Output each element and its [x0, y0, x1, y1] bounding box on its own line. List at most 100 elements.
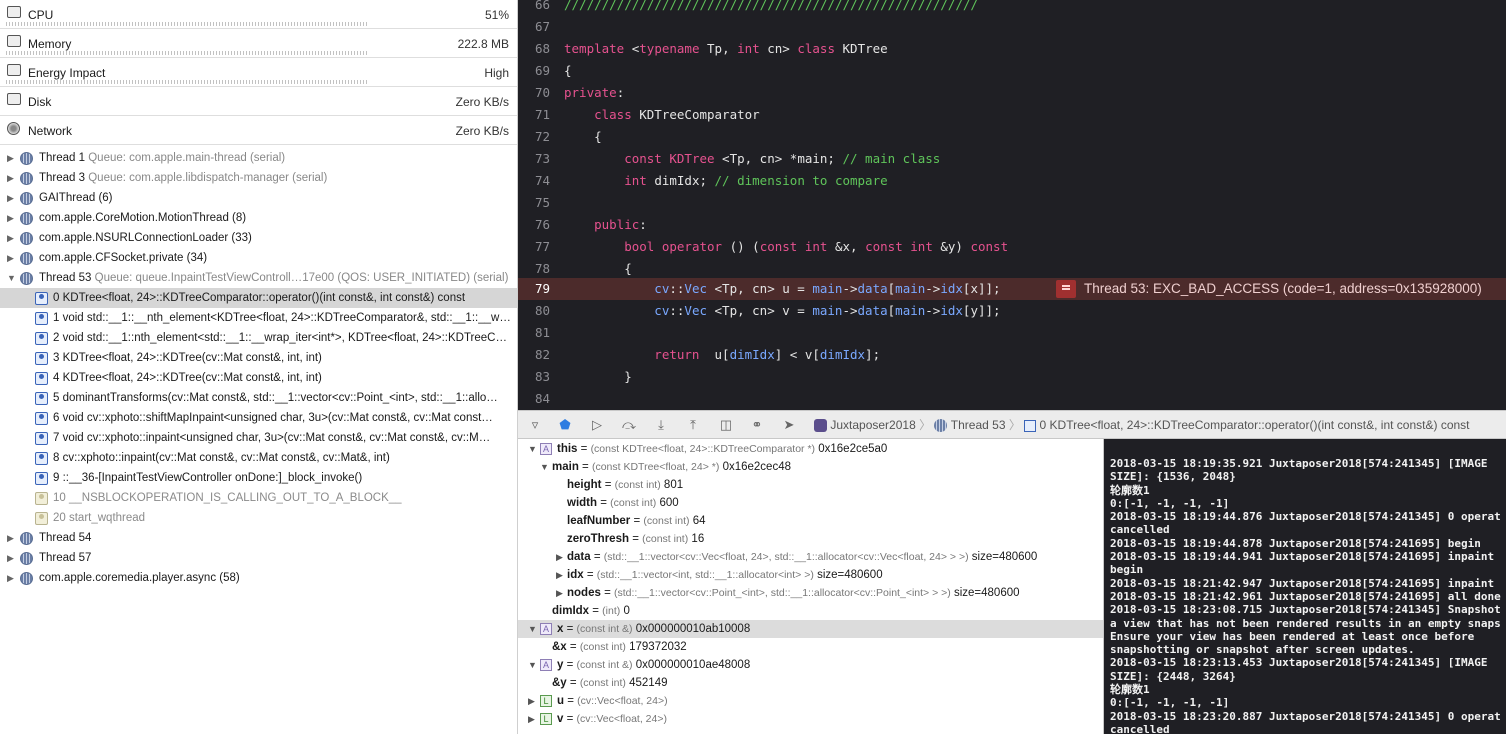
thread-row[interactable]: ▶ GAIThread (6)	[0, 188, 517, 208]
thread-row[interactable]: ▶ com.apple.CFSocket.private (34)	[0, 248, 517, 268]
thread-icon	[20, 572, 33, 585]
stack-frame[interactable]: 8 cv::xphoto::inpaint(cv::Mat const&, cv…	[0, 448, 517, 468]
error-annotation[interactable]: Thread 53: EXC_BAD_ACCESS (code=1, addre…	[1056, 278, 1482, 300]
thread-row[interactable]: ▶ Thread 54	[0, 528, 517, 548]
stack-frame[interactable]: 1 void std::__1::__nth_element<KDTree<fl…	[0, 308, 517, 328]
breadcrumb-app[interactable]: Juxtaposer2018	[830, 418, 915, 432]
code-comment: ////////////////////////////////////////…	[564, 0, 978, 12]
gauge-disk[interactable]: Disk Zero KB/s	[0, 87, 517, 116]
code-token: class	[564, 107, 632, 122]
user-frame-icon	[35, 352, 48, 365]
thread-row[interactable]: ▶ Thread 57	[0, 548, 517, 568]
thread-row[interactable]: ▶ com.apple.coremedia.player.async (58)	[0, 568, 517, 588]
variable-row[interactable]: dimIdx = (int) 0	[518, 602, 1103, 620]
disclosure-triangle-icon[interactable]: ▶	[7, 168, 14, 188]
variable-row[interactable]: width = (const int) 600	[518, 494, 1103, 512]
step-into-icon[interactable]: ⤓	[652, 417, 670, 433]
step-out-icon[interactable]: ⤒	[684, 417, 702, 433]
var-name: this	[557, 443, 578, 455]
gauge-sparkline	[6, 51, 367, 55]
stack-frame-system[interactable]: 10 __NSBLOCKOPERATION_IS_CALLING_OUT_TO_…	[0, 488, 517, 508]
variable-row[interactable]: ▶ data = (std::__1::vector<cv::Vec<float,…	[518, 548, 1103, 566]
disclosure-triangle-icon[interactable]: ▼	[540, 458, 549, 476]
stack-frame[interactable]: 9 ::__36-[InpaintTestViewController onDo…	[0, 468, 517, 488]
thread-row[interactable]: ▶ Thread 1 Queue: com.apple.main-thread …	[0, 148, 517, 168]
memory-graph-icon[interactable]: ⚭	[748, 417, 766, 433]
stack-frame[interactable]: 6 void cv::xphoto::shiftMapInpaint<unsig…	[0, 408, 517, 428]
variable-row[interactable]: &y = (const int) 452149	[518, 674, 1103, 692]
disclosure-triangle-icon[interactable]: ▼	[7, 268, 16, 288]
disclosure-triangle-icon[interactable]: ▶	[556, 548, 563, 566]
variable-row[interactable]: ▼ Ax = (const int &) 0x000000010ab10008	[518, 620, 1103, 638]
gauge-network[interactable]: Network Zero KB/s	[0, 116, 517, 145]
variable-row[interactable]: height = (const int) 801	[518, 476, 1103, 494]
var-type: (const int)	[610, 497, 657, 509]
disclosure-triangle-icon[interactable]: ▶	[556, 584, 563, 602]
disclosure-triangle-icon[interactable]: ▶	[7, 208, 14, 228]
hide-debug-area-icon[interactable]: ▿	[526, 417, 544, 433]
variable-row[interactable]: &x = (const int) 179372032	[518, 638, 1103, 656]
disclosure-triangle-icon[interactable]: ▼	[528, 620, 537, 638]
gauge-cpu[interactable]: CPU 51%	[0, 0, 517, 29]
variable-row[interactable]: ▼ main = (const KDTree<float, 24> *) 0x16…	[518, 458, 1103, 476]
frame-label: 6 void cv::xphoto::shiftMapInpaint<unsig…	[53, 412, 493, 424]
code-token: data	[857, 281, 888, 296]
argument-icon: A	[540, 659, 552, 671]
variable-row[interactable]: ▶ Lu = (cv::Vec<float, 24>)	[518, 692, 1103, 710]
code-token: class	[797, 41, 835, 56]
disclosure-triangle-icon[interactable]: ▼	[528, 440, 537, 458]
breadcrumb-frame[interactable]: 0 KDTree<float, 24>::KDTreeComparator::o…	[1040, 418, 1470, 432]
breakpoints-toggle-icon[interactable]: ⬟	[556, 417, 574, 433]
thread-icon	[20, 252, 33, 265]
stack-frame[interactable]: 4 KDTree<float, 24>::KDTree(cv::Mat cons…	[0, 368, 517, 388]
code-line: 77 bool operator () (const int &x, const…	[518, 236, 1506, 258]
var-name: x	[557, 623, 564, 635]
view-hierarchy-icon[interactable]: ◫	[717, 417, 735, 433]
stack-frame[interactable]: 7 void cv::xphoto::inpaint<unsigned char…	[0, 428, 517, 448]
gauge-memory[interactable]: Memory 222.8 MB	[0, 29, 517, 58]
disclosure-triangle-icon[interactable]: ▶	[7, 148, 14, 168]
variable-row[interactable]: zeroThresh = (const int) 16	[518, 530, 1103, 548]
continue-icon[interactable]: ▷	[588, 417, 606, 433]
variable-row[interactable]: ▶ idx = (std::__1::vector<int, std::__1::…	[518, 566, 1103, 584]
thread-name: Thread 1	[39, 152, 86, 164]
stack-frame[interactable]: 3 KDTree<float, 24>::KDTree(cv::Mat cons…	[0, 348, 517, 368]
thread-queue: Queue: com.apple.libdispatch-manager (se…	[88, 172, 328, 184]
local-variable-icon: L	[540, 713, 552, 725]
disclosure-triangle-icon[interactable]: ▶	[7, 528, 14, 548]
code-token: bool	[564, 239, 655, 254]
disclosure-triangle-icon[interactable]: ▶	[528, 692, 535, 710]
variable-row[interactable]: ▼ Athis = (const KDTree<float, 24>::KDTre…	[518, 440, 1103, 458]
var-value: 452149	[629, 677, 668, 689]
variable-row[interactable]: ▶ Lv = (cv::Vec<float, 24>)	[518, 710, 1103, 728]
code-line: 83 }	[518, 366, 1506, 388]
variable-row[interactable]: ▼ Ay = (const int &) 0x000000010ae48008	[518, 656, 1103, 674]
stack-frame-system[interactable]: 20 start_wqthread	[0, 508, 517, 528]
stack-frame[interactable]: 0 KDTree<float, 24>::KDTreeComparator::o…	[0, 288, 517, 308]
variable-row[interactable]: ▶ nodes = (std::__1::vector<cv::Point_<in…	[518, 584, 1103, 602]
thread-row[interactable]: ▶ com.apple.CoreMotion.MotionThread (8)	[0, 208, 517, 228]
disclosure-triangle-icon[interactable]: ▶	[7, 188, 14, 208]
disclosure-triangle-icon[interactable]: ▶	[7, 228, 14, 248]
breadcrumb-thread[interactable]: Thread 53	[951, 418, 1006, 432]
variable-row[interactable]: leafNumber = (const int) 64	[518, 512, 1103, 530]
disclosure-triangle-icon[interactable]: ▶	[556, 566, 563, 584]
disclosure-triangle-icon[interactable]: ▼	[528, 656, 537, 674]
line-number: 68	[534, 41, 550, 56]
console-output[interactable]: 2018-03-15 18:19:35.921 Juxtaposer2018[5…	[1104, 439, 1506, 734]
disclosure-triangle-icon[interactable]: ▶	[7, 568, 14, 588]
thread-row-crashed[interactable]: ▼ Thread 53 Queue: queue.InpaintTestView…	[0, 268, 517, 288]
disclosure-triangle-icon[interactable]: ▶	[7, 548, 14, 568]
gauge-energy[interactable]: Energy Impact High	[0, 58, 517, 87]
step-over-icon[interactable]: ⤼	[620, 417, 638, 433]
disclosure-triangle-icon[interactable]: ▶	[528, 710, 535, 728]
thread-name: Thread 3	[39, 172, 86, 184]
stack-frame[interactable]: 2 void std::__1::nth_element<std::__1::_…	[0, 328, 517, 348]
thread-row[interactable]: ▶ Thread 3 Queue: com.apple.libdispatch-…	[0, 168, 517, 188]
source-editor[interactable]: 66 //////////////////////////////////////…	[518, 0, 1506, 410]
disclosure-triangle-icon[interactable]: ▶	[7, 248, 14, 268]
location-icon[interactable]: ➤	[780, 417, 798, 433]
stack-frame[interactable]: 5 dominantTransforms(cv::Mat const&, std…	[0, 388, 517, 408]
thread-name: GAIThread (6)	[39, 192, 113, 204]
thread-row[interactable]: ▶ com.apple.NSURLConnectionLoader (33)	[0, 228, 517, 248]
